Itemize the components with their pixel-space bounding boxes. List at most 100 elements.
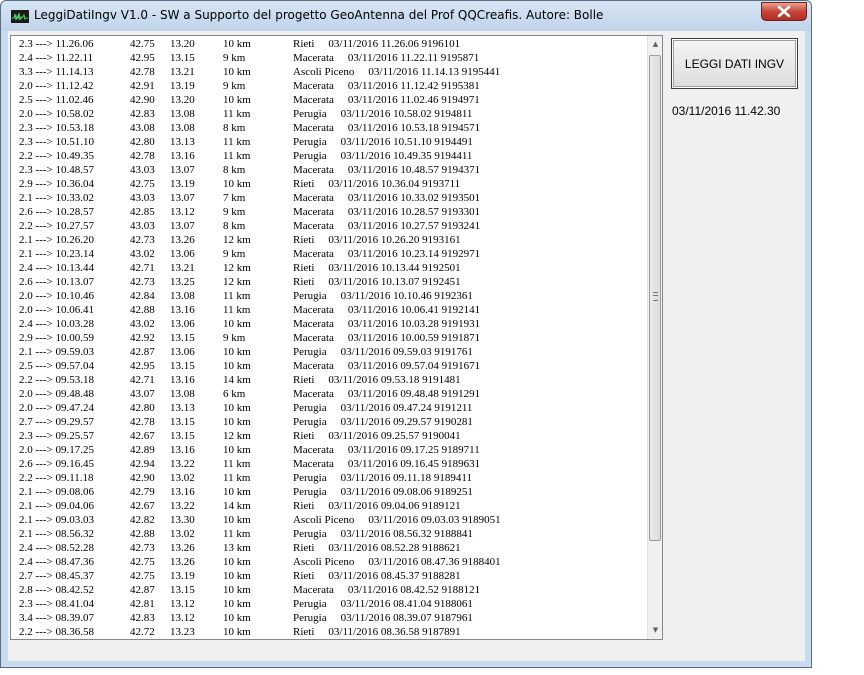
- event-location: Perugia 03/11/2016 10.49.35 9194411: [293, 149, 472, 163]
- event-magnitude-time: 2.2 ---> 09.53.18: [19, 374, 94, 386]
- list-item[interactable]: 3.4 ---> 08.39.07 42.83 13.12 10 km Perugia 0…: [11, 611, 647, 625]
- event-depth: 10 km: [223, 612, 251, 624]
- list-item[interactable]: 2.2 ---> 10.27.57 43.03 13.07 8 km Macerata 0…: [11, 219, 647, 233]
- list-item[interactable]: 2.3 ---> 09.25.57 42.67 13.15 12 km Rieti 03/…: [11, 429, 647, 443]
- event-location: Perugia 03/11/2016 09.59.03 9191761: [293, 345, 473, 359]
- desktop-background: [812, 0, 864, 675]
- list-item[interactable]: 2.2 ---> 09.53.18 42.71 13.16 14 km Rieti 03/…: [11, 373, 647, 387]
- list-item[interactable]: 2.1 ---> 09.04.06 42.67 13.22 14 km Rieti 03/…: [11, 499, 647, 513]
- title-bar[interactable]: LeggiDatiIngv V1.0 - SW a Supporto del p…: [1, 1, 811, 31]
- event-location: Macerata 03/11/2016 10.48.57 9194371: [293, 163, 480, 177]
- list-item[interactable]: 2.1 ---> 09.08.06 42.79 13.16 10 km Perugia 0…: [11, 485, 647, 499]
- scrollbar-thumb[interactable]: [649, 55, 661, 541]
- event-depth: 10 km: [223, 584, 251, 596]
- event-place: Macerata: [293, 94, 334, 106]
- list-item[interactable]: 2.3 ---> 10.51.10 42.80 13.13 11 km Perugia 0…: [11, 135, 647, 149]
- list-item[interactable]: 2.3 ---> 10.48.57 43.03 13.07 8 km Macerata 0…: [11, 163, 647, 177]
- event-place: Macerata: [293, 122, 334, 134]
- event-datetime-id: 03/11/2016 08.39.07 9187961: [340, 612, 473, 624]
- list-item[interactable]: 2.5 ---> 09.57.04 42.95 13.15 10 km Macerata…: [11, 359, 647, 373]
- event-longitude: 13.26: [170, 542, 195, 554]
- event-magnitude-time: 2.4 ---> 08.47.36: [19, 556, 94, 568]
- list-item[interactable]: 2.6 ---> 10.13.07 42.73 13.25 12 km Rieti 03/…: [11, 275, 647, 289]
- event-datetime-id: 03/11/2016 10.26.20 9193161: [328, 234, 461, 246]
- list-item[interactable]: 2.0 ---> 09.47.24 42.80 13.13 10 km Perugia 0…: [11, 401, 647, 415]
- event-place: Macerata: [293, 318, 334, 330]
- list-item[interactable]: 2.0 ---> 10.58.02 42.83 13.08 11 km Perugia 0…: [11, 107, 647, 121]
- events-listbox[interactable]: 2.3 ---> 11.26.06 42.75 13.20 10 km Rieti 03/…: [10, 35, 663, 640]
- event-magnitude-time: 2.0 ---> 09.48.48: [19, 388, 94, 400]
- list-item[interactable]: 3.3 ---> 11.14.13 42.78 13.21 10 km Ascoli P…: [11, 65, 647, 79]
- event-location: Perugia 03/11/2016 10.10.46 9192361: [293, 289, 473, 303]
- list-item[interactable]: 2.0 ---> 09.48.48 43.07 13.08 6 km Macerata 0…: [11, 387, 647, 401]
- event-depth: 10 km: [223, 486, 251, 498]
- event-datetime-id: 03/11/2016 10.53.18 9194571: [347, 122, 481, 134]
- event-longitude: 13.15: [170, 332, 195, 344]
- event-longitude: 13.19: [170, 570, 195, 582]
- event-latitude: 42.79: [130, 486, 155, 498]
- event-place: Perugia: [293, 136, 327, 148]
- list-item[interactable]: 2.0 ---> 10.10.46 42.84 13.08 11 km Perugia 0…: [11, 289, 647, 303]
- list-item[interactable]: 2.0 ---> 11.12.42 42.91 13.19 9 km Macerata 0…: [11, 79, 647, 93]
- event-magnitude-time: 2.1 ---> 10.23.14: [19, 248, 94, 260]
- list-item[interactable]: 2.5 ---> 11.02.46 42.90 13.20 10 km Macerata…: [11, 93, 647, 107]
- list-item[interactable]: 2.0 ---> 09.17.25 42.89 13.16 10 km Macerata…: [11, 443, 647, 457]
- list-item[interactable]: 2.2 ---> 09.11.18 42.90 13.02 11 km Perugia 0…: [11, 471, 647, 485]
- list-item[interactable]: 2.4 ---> 08.52.28 42.73 13.26 13 km Rieti 03/…: [11, 541, 647, 555]
- scroll-down-arrow-icon[interactable]: ▼: [648, 622, 662, 639]
- event-latitude: 42.80: [130, 402, 155, 414]
- list-item[interactable]: 2.9 ---> 10.00.59 42.92 13.15 9 km Macerata 0…: [11, 331, 647, 345]
- event-depth: 9 km: [223, 248, 246, 260]
- event-datetime-id: 03/11/2016 10.33.02 9193501: [347, 192, 481, 204]
- event-datetime-id: 03/11/2016 08.45.37 9188281: [328, 570, 461, 582]
- event-place: Rieti: [293, 542, 315, 554]
- read-ingv-data-button[interactable]: LEGGI DATI INGV: [671, 38, 798, 89]
- close-button[interactable]: [761, 2, 807, 21]
- list-item[interactable]: 2.7 ---> 09.29.57 42.78 13.15 10 km Perugia 0…: [11, 415, 647, 429]
- list-item[interactable]: 2.4 ---> 10.13.44 42.71 13.21 12 km Rieti 03/…: [11, 261, 647, 275]
- list-item[interactable]: 2.1 ---> 09.03.03 42.82 13.30 10 km Ascoli P…: [11, 513, 647, 527]
- event-magnitude-time: 2.5 ---> 11.02.46: [19, 94, 94, 106]
- event-magnitude-time: 2.3 ---> 08.41.04: [19, 598, 94, 610]
- list-item[interactable]: 2.4 ---> 11.22.11 42.95 13.15 9 km Macerata 0…: [11, 51, 647, 65]
- event-depth: 6 km: [223, 388, 246, 400]
- event-longitude: 13.15: [170, 416, 195, 428]
- event-datetime-id: 03/11/2016 08.41.04 9188061: [340, 598, 473, 610]
- list-item[interactable]: 2.2 ---> 08.36.58 42.72 13.23 10 km Rieti 03/…: [11, 625, 647, 639]
- event-datetime-id: 03/11/2016 11.12.42 9195381: [347, 80, 480, 92]
- event-depth: 8 km: [223, 122, 246, 134]
- event-location: Perugia 03/11/2016 08.56.32 9188841: [293, 527, 473, 541]
- event-location: Rieti 03/11/2016 10.26.20 9193161: [293, 233, 461, 247]
- list-item[interactable]: 2.1 ---> 10.23.14 43.02 13.06 9 km Macerata 0…: [11, 247, 647, 261]
- event-magnitude-time: 2.1 ---> 09.03.03: [19, 514, 94, 526]
- list-item[interactable]: 2.3 ---> 10.53.18 43.08 13.08 8 km Macerata 0…: [11, 121, 647, 135]
- scroll-up-arrow-icon[interactable]: ▲: [648, 36, 662, 53]
- event-longitude: 13.21: [170, 262, 195, 274]
- list-item[interactable]: 2.1 ---> 10.26.20 42.73 13.26 12 km Rieti 03/…: [11, 233, 647, 247]
- event-latitude: 42.71: [130, 262, 155, 274]
- list-item[interactable]: 2.7 ---> 08.45.37 42.75 13.19 10 km Rieti 03/…: [11, 569, 647, 583]
- event-depth: 10 km: [223, 94, 251, 106]
- vertical-scrollbar[interactable]: ▲ ▼: [647, 36, 662, 639]
- list-item[interactable]: 2.0 ---> 10.06.41 42.88 13.16 11 km Macerata…: [11, 303, 647, 317]
- list-item[interactable]: 2.1 ---> 08.56.32 42.88 13.02 11 km Perugia 0…: [11, 527, 647, 541]
- list-item[interactable]: 2.9 ---> 10.36.04 42.75 13.19 10 km Rieti 03/…: [11, 177, 647, 191]
- event-datetime-id: 03/11/2016 10.58.02 9194811: [340, 108, 473, 120]
- list-item[interactable]: 2.3 ---> 11.26.06 42.75 13.20 10 km Rieti 03/…: [11, 37, 647, 51]
- list-item[interactable]: 2.4 ---> 10.03.28 43.02 13.06 10 km Macerata…: [11, 317, 647, 331]
- list-item[interactable]: 2.6 ---> 10.28.57 42.85 13.12 9 km Macerata 0…: [11, 205, 647, 219]
- event-datetime-id: 03/11/2016 10.03.28 9191931: [347, 318, 481, 330]
- event-location: Perugia 03/11/2016 09.47.24 9191211: [293, 401, 472, 415]
- event-magnitude-time: 2.2 ---> 08.36.58: [19, 626, 94, 638]
- event-latitude: 42.87: [130, 584, 155, 596]
- event-datetime-id: 03/11/2016 10.23.14 9192971: [347, 248, 481, 260]
- list-item[interactable]: 2.4 ---> 08.47.36 42.75 13.26 10 km Ascoli P…: [11, 555, 647, 569]
- list-item[interactable]: 2.3 ---> 08.41.04 42.81 13.12 10 km Perugia 0…: [11, 597, 647, 611]
- list-item[interactable]: 2.2 ---> 10.49.35 42.78 13.16 11 km Perugia 0…: [11, 149, 647, 163]
- list-item[interactable]: 2.8 ---> 08.42.52 42.87 13.15 10 km Macerata…: [11, 583, 647, 597]
- list-item[interactable]: 2.1 ---> 09.59.03 42.87 13.06 10 km Perugia 0…: [11, 345, 647, 359]
- list-item[interactable]: 2.6 ---> 09.16.45 42.94 13.22 11 km Macerata…: [11, 457, 647, 471]
- event-longitude: 13.12: [170, 612, 195, 624]
- list-item[interactable]: 2.1 ---> 10.33.02 43.03 13.07 7 km Macerata 0…: [11, 191, 647, 205]
- event-place: Perugia: [293, 598, 327, 610]
